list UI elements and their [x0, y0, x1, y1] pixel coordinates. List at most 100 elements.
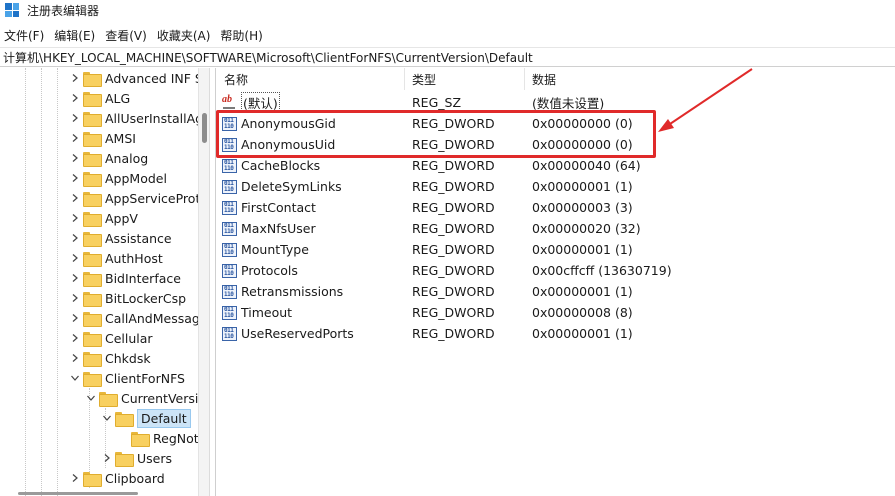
value-row[interactable]: AnonymousUid REG_DWORD 0x00000000 (0)	[217, 134, 895, 155]
tree-node-label: CallAndMessag	[105, 310, 200, 326]
tree-node-chkdsk[interactable]: Chkdsk	[70, 348, 151, 368]
tree-node-amsi[interactable]: AMSI	[70, 128, 136, 148]
menu-help[interactable]: 帮助(H)	[216, 27, 267, 44]
pane-splitter[interactable]	[210, 68, 216, 496]
tree-node-alluserinstallagent[interactable]: AllUserInstallAg	[70, 108, 203, 128]
value-type: REG_DWORD	[412, 263, 495, 278]
chevron-right-icon[interactable]	[70, 113, 80, 123]
tree-node-label: Users	[137, 450, 173, 466]
tree-node-authhost[interactable]: AuthHost	[70, 248, 163, 268]
chevron-right-icon[interactable]	[70, 333, 80, 343]
address-path[interactable]: 计算机\HKEY_LOCAL_MACHINE\SOFTWARE\Microsof…	[3, 49, 533, 66]
tree-node-default[interactable]: Default	[102, 408, 191, 428]
folder-icon	[83, 131, 102, 147]
menu-file[interactable]: 文件(F)	[0, 27, 49, 44]
dword-value-icon	[222, 242, 237, 257]
tree-node-advanced-inf[interactable]: Advanced INF S	[70, 68, 203, 88]
column-header-type[interactable]: 类型	[405, 68, 525, 90]
chevron-right-icon[interactable]	[70, 173, 80, 183]
value-type: REG_DWORD	[412, 221, 495, 236]
tree-vertical-scrollbar[interactable]	[198, 68, 209, 496]
value-row[interactable]: Protocols REG_DWORD 0x00cffcff (13630719)	[217, 260, 895, 281]
value-name: MountType	[241, 242, 309, 257]
value-row[interactable]: Timeout REG_DWORD 0x00000008 (8)	[217, 302, 895, 323]
chevron-right-icon[interactable]	[70, 133, 80, 143]
chevron-right-icon[interactable]	[70, 213, 80, 223]
value-row[interactable]: MountType REG_DWORD 0x00000001 (1)	[217, 239, 895, 260]
tree-node-bidinterface[interactable]: BidInterface	[70, 268, 181, 288]
folder-icon	[83, 231, 102, 247]
tree-node-assistance[interactable]: Assistance	[70, 228, 172, 248]
chevron-right-icon[interactable]	[70, 73, 80, 83]
dword-value-icon	[222, 158, 237, 173]
value-type: REG_DWORD	[412, 116, 495, 131]
tree-node-regnotify[interactable]: RegNot	[118, 428, 199, 448]
tree-node-label: BitLockerCsp	[105, 290, 187, 306]
tree-node-alg[interactable]: ALG	[70, 88, 130, 108]
tree-node-analog[interactable]: Analog	[70, 148, 148, 168]
chevron-right-icon[interactable]	[70, 233, 80, 243]
chevron-right-icon[interactable]	[70, 273, 80, 283]
chevron-down-icon[interactable]	[102, 413, 112, 423]
chevron-down-icon[interactable]	[70, 373, 80, 383]
value-type: REG_DWORD	[412, 284, 495, 299]
chevron-right-icon[interactable]	[70, 293, 80, 303]
chevron-right-icon[interactable]	[70, 473, 80, 483]
value-row[interactable]: MaxNfsUser REG_DWORD 0x00000020 (32)	[217, 218, 895, 239]
value-name-cell: DeleteSymLinks	[217, 179, 405, 194]
value-type: REG_DWORD	[412, 242, 495, 257]
tree-node-label: Cellular	[105, 330, 153, 346]
chevron-right-icon[interactable]	[70, 193, 80, 203]
tree-node-label: AppServiceProto	[105, 190, 208, 206]
value-row[interactable]: CacheBlocks REG_DWORD 0x00000040 (64)	[217, 155, 895, 176]
chevron-right-icon[interactable]	[70, 253, 80, 263]
scroll-thumb[interactable]	[202, 113, 207, 143]
dword-value-icon	[222, 137, 237, 152]
folder-icon	[83, 211, 102, 227]
tree-node-clipboard[interactable]: Clipboard	[70, 468, 165, 488]
tree-node-label: AllUserInstallAg	[105, 110, 204, 126]
menu-edit[interactable]: 编辑(E)	[50, 27, 100, 44]
value-name: MaxNfsUser	[241, 221, 316, 236]
dword-value-icon	[222, 221, 237, 236]
tree-node-clientfornfs[interactable]: ClientForNFS	[70, 368, 185, 388]
tree-horizontal-scrollbar[interactable]	[0, 490, 198, 496]
key-tree-pane[interactable]: Advanced INF S ALG AllUserInstallAg AMSI Ana…	[0, 68, 210, 496]
chevron-right-icon[interactable]	[70, 353, 80, 363]
value-row[interactable]: FirstContact REG_DWORD 0x00000003 (3)	[217, 197, 895, 218]
value-row[interactable]: Retransmissions REG_DWORD 0x00000001 (1)	[217, 281, 895, 302]
tree-node-appmodel[interactable]: AppModel	[70, 168, 167, 188]
chevron-down-icon[interactable]	[86, 393, 96, 403]
value-row[interactable]: ab (默认) REG_SZ (数值未设置)	[217, 92, 895, 113]
column-header-name[interactable]: 名称	[217, 68, 405, 90]
column-header-data[interactable]: 数据	[525, 68, 895, 90]
tree-node-bitlockercsp[interactable]: BitLockerCsp	[70, 288, 186, 308]
menu-favorites[interactable]: 收藏夹(A)	[153, 27, 216, 44]
chevron-right-icon[interactable]	[70, 93, 80, 103]
address-bar[interactable]: 计算机\HKEY_LOCAL_MACHINE\SOFTWARE\Microsof…	[0, 47, 895, 67]
tree-node-appserviceprotocols[interactable]: AppServiceProto	[70, 188, 208, 208]
tree-node-callandmessaging[interactable]: CallAndMessag	[70, 308, 200, 328]
values-list[interactable]: 名称 类型 数据 ab(默认) REG_SZ (数值未设置) AnonymousGid…	[217, 68, 895, 496]
scroll-thumb[interactable]	[18, 492, 138, 495]
tree-node-appv[interactable]: AppV	[70, 208, 138, 228]
chevron-right-icon[interactable]	[70, 153, 80, 163]
menu-view[interactable]: 查看(V)	[101, 27, 152, 44]
tree-node-label: CurrentVersio	[121, 390, 206, 406]
value-row[interactable]: UseReservedPorts REG_DWORD 0x00000001 (1)	[217, 323, 895, 344]
value-name-cell: FirstContact	[217, 200, 405, 215]
value-name-cell: MountType	[217, 242, 405, 257]
tree-node-label: RegNot	[153, 430, 199, 446]
tree-node-cellular[interactable]: Cellular	[70, 328, 153, 348]
chevron-right-icon[interactable]	[102, 453, 112, 463]
tree-node-users[interactable]: Users	[102, 448, 172, 468]
value-name-cell: CacheBlocks	[217, 158, 405, 173]
chevron-right-icon[interactable]	[70, 313, 80, 323]
value-row[interactable]: DeleteSymLinks REG_DWORD 0x00000001 (1)	[217, 176, 895, 197]
value-type: REG_DWORD	[412, 200, 495, 215]
tree-node-currentversion[interactable]: CurrentVersio	[86, 388, 206, 408]
tree-node-label: AppV	[105, 210, 138, 226]
value-row[interactable]: AnonymousGid REG_DWORD 0x00000000 (0)	[217, 113, 895, 134]
dword-value-icon	[222, 305, 237, 320]
value-type: REG_SZ	[412, 95, 462, 110]
